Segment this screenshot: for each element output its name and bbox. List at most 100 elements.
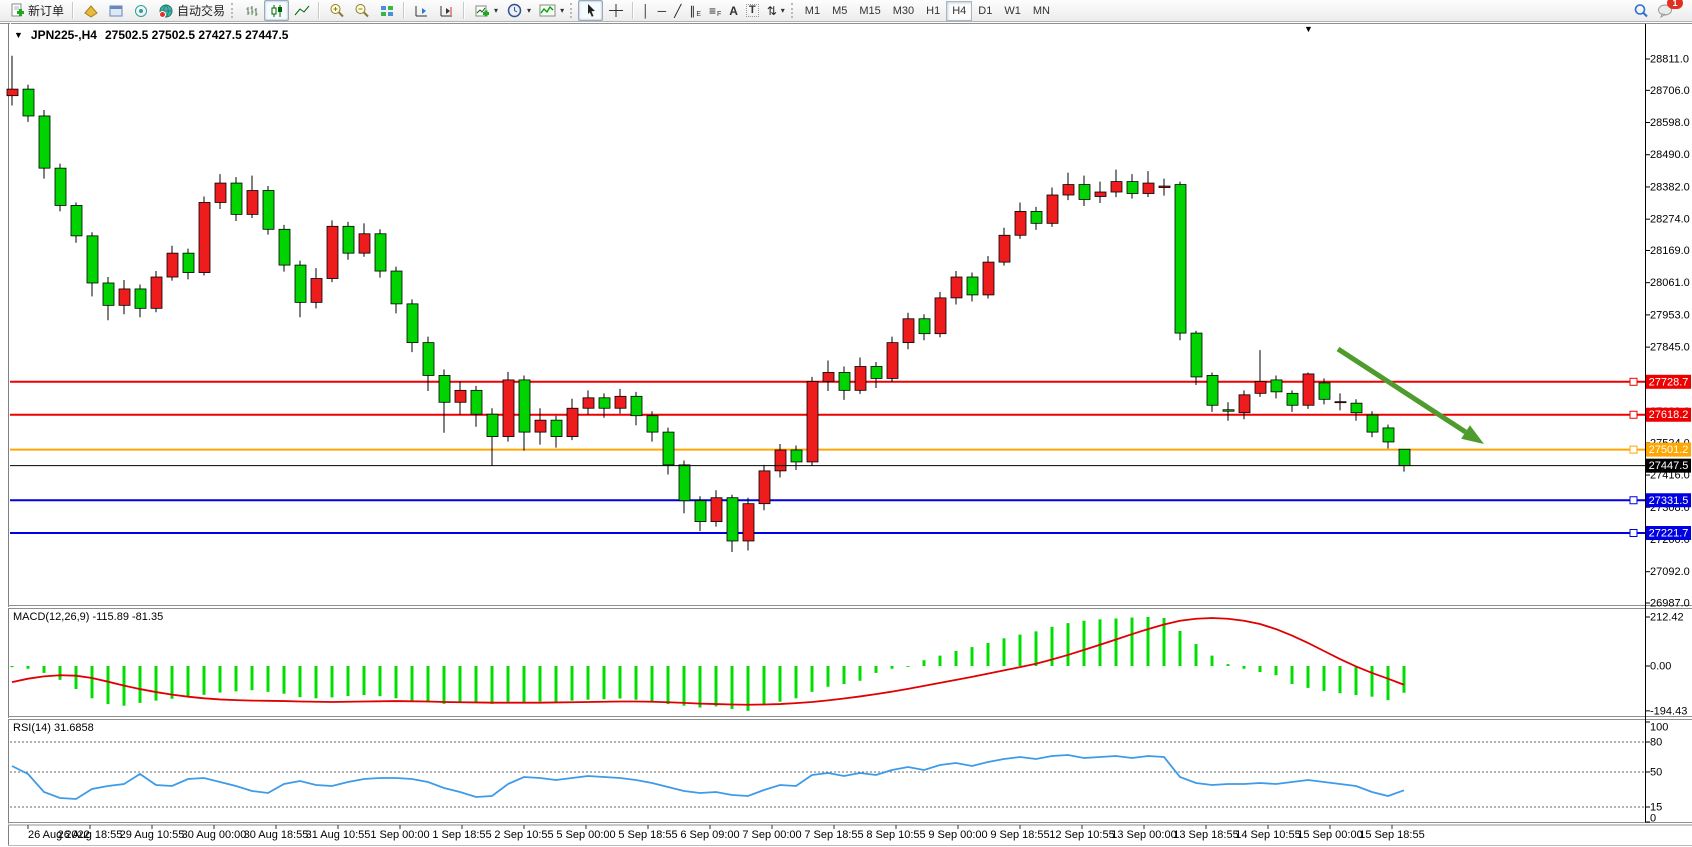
zoom-in-button[interactable]	[324, 0, 349, 21]
tab-h4[interactable]: H4	[946, 1, 972, 21]
channel-tool[interactable]: ∥E	[685, 0, 705, 21]
candle	[743, 504, 754, 541]
new-order-button[interactable]: 新订单	[4, 0, 68, 21]
auto-scroll-button[interactable]	[409, 0, 434, 21]
line-handle[interactable]	[1630, 530, 1637, 537]
hline-tool[interactable]: ─	[654, 0, 671, 21]
candle	[167, 253, 178, 277]
tab-mn[interactable]: MN	[1027, 1, 1056, 21]
candle	[631, 396, 642, 415]
price-tick-label: 28061.0	[1650, 277, 1690, 289]
zoom-out-icon	[353, 3, 370, 19]
tile-windows-button[interactable]	[374, 0, 399, 21]
chart-shift-button[interactable]	[434, 0, 459, 21]
candle	[1383, 428, 1394, 442]
tab-h1[interactable]: H1	[920, 1, 946, 21]
line-handle[interactable]	[1630, 446, 1637, 453]
chart-canvas[interactable]: 28811.028706.028598.028490.028382.028274…	[0, 0, 1692, 847]
date-label: 13 Sep 00:00	[1111, 829, 1176, 841]
candle	[583, 398, 594, 408]
candle	[199, 202, 210, 272]
fibonacci-tool[interactable]: ≡F	[705, 0, 725, 21]
label-tool[interactable]: T	[742, 0, 763, 21]
zoom-in-icon	[328, 3, 345, 19]
price-badge-label: 27501.2	[1649, 444, 1689, 456]
candle	[295, 265, 306, 302]
candle	[1079, 185, 1090, 200]
zoom-out-button[interactable]	[349, 0, 374, 21]
chat-badge: 1	[1667, 0, 1683, 9]
tab-m30[interactable]: M30	[887, 1, 920, 21]
candle	[279, 229, 290, 265]
tab-w1[interactable]: W1	[998, 1, 1027, 21]
candle	[1159, 186, 1170, 187]
price-tick-label: 28706.0	[1650, 85, 1690, 97]
date-label: 12 Sep 10:55	[1049, 829, 1114, 841]
candle	[359, 234, 370, 253]
candle	[103, 283, 114, 305]
candle	[151, 277, 162, 308]
candle	[519, 380, 530, 432]
candle	[1223, 410, 1234, 411]
periods-button[interactable]: ▾	[502, 0, 535, 21]
candle	[471, 390, 482, 414]
tab-m1[interactable]: M1	[799, 1, 826, 21]
text-icon: A	[729, 4, 738, 18]
price-tick-label: 28274.0	[1650, 214, 1690, 226]
styles-icon	[82, 3, 99, 19]
indicators-icon	[539, 3, 556, 19]
tab-m5[interactable]: M5	[826, 1, 853, 21]
candle	[1015, 211, 1026, 235]
candle	[1335, 402, 1346, 403]
rsi-tick-label: 50	[1650, 767, 1662, 779]
price-badge-label: 27331.5	[1649, 495, 1689, 507]
line-handle[interactable]	[1630, 411, 1637, 418]
candle	[1127, 182, 1138, 194]
candle	[775, 450, 786, 471]
candle	[439, 375, 450, 402]
chat-button[interactable]: 1	[1653, 0, 1678, 21]
candle	[39, 116, 50, 168]
rsi-tick-label: 0	[1650, 813, 1656, 825]
candle-chart-button[interactable]	[264, 0, 289, 21]
chart-menu-icon[interactable]: ▼	[1304, 24, 1313, 34]
candle	[1207, 375, 1218, 405]
price-tick-label: 28811.0	[1650, 54, 1689, 66]
candle	[1367, 415, 1378, 432]
price-badge-label: 27447.5	[1649, 460, 1689, 472]
line-handle[interactable]	[1630, 497, 1637, 504]
search-icon	[1632, 3, 1649, 19]
search-button[interactable]	[1628, 0, 1653, 21]
candle	[663, 432, 674, 465]
signals-button[interactable]	[128, 0, 153, 21]
text-tool[interactable]: A	[725, 0, 742, 21]
indicators-button[interactable]: ▾	[535, 0, 568, 21]
cursor-button[interactable]	[578, 0, 603, 21]
autotrading-button[interactable]: 自动交易	[153, 0, 229, 21]
tab-m15[interactable]: M15	[853, 1, 886, 21]
date-label: 31 Aug 10:55	[306, 829, 371, 841]
vline-tool[interactable]: │	[638, 0, 654, 21]
collapse-icon[interactable]: ▼	[14, 30, 23, 40]
chart-title-bar[interactable]: ▼ JPN225-,H4 27502.5 27502.5 27427.5 274…	[14, 28, 288, 42]
new-chart-button[interactable]: ▾	[469, 0, 502, 21]
tab-d1[interactable]: D1	[972, 1, 998, 21]
candle-chart-icon	[268, 3, 285, 19]
date-label: 9 Sep 18:55	[990, 829, 1049, 841]
line-handle[interactable]	[1630, 378, 1637, 385]
market-watch-button[interactable]	[103, 0, 128, 21]
trendline-tool[interactable]: ╱	[670, 0, 685, 21]
candle	[807, 381, 818, 462]
candle	[1143, 183, 1154, 193]
candle	[23, 89, 34, 116]
candle	[1399, 449, 1410, 465]
styles-button[interactable]	[78, 0, 103, 21]
line-chart-button[interactable]	[289, 0, 314, 21]
candle	[1191, 333, 1202, 377]
candle	[567, 408, 578, 436]
arrows-tool[interactable]: ⇅ ▾	[763, 0, 789, 21]
date-label: 29 Aug 10:55	[120, 829, 185, 841]
macd-label: MACD(12,26,9) -115.89 -81.35	[13, 611, 163, 623]
crosshair-button[interactable]	[603, 0, 628, 21]
bar-chart-button[interactable]	[239, 0, 264, 21]
